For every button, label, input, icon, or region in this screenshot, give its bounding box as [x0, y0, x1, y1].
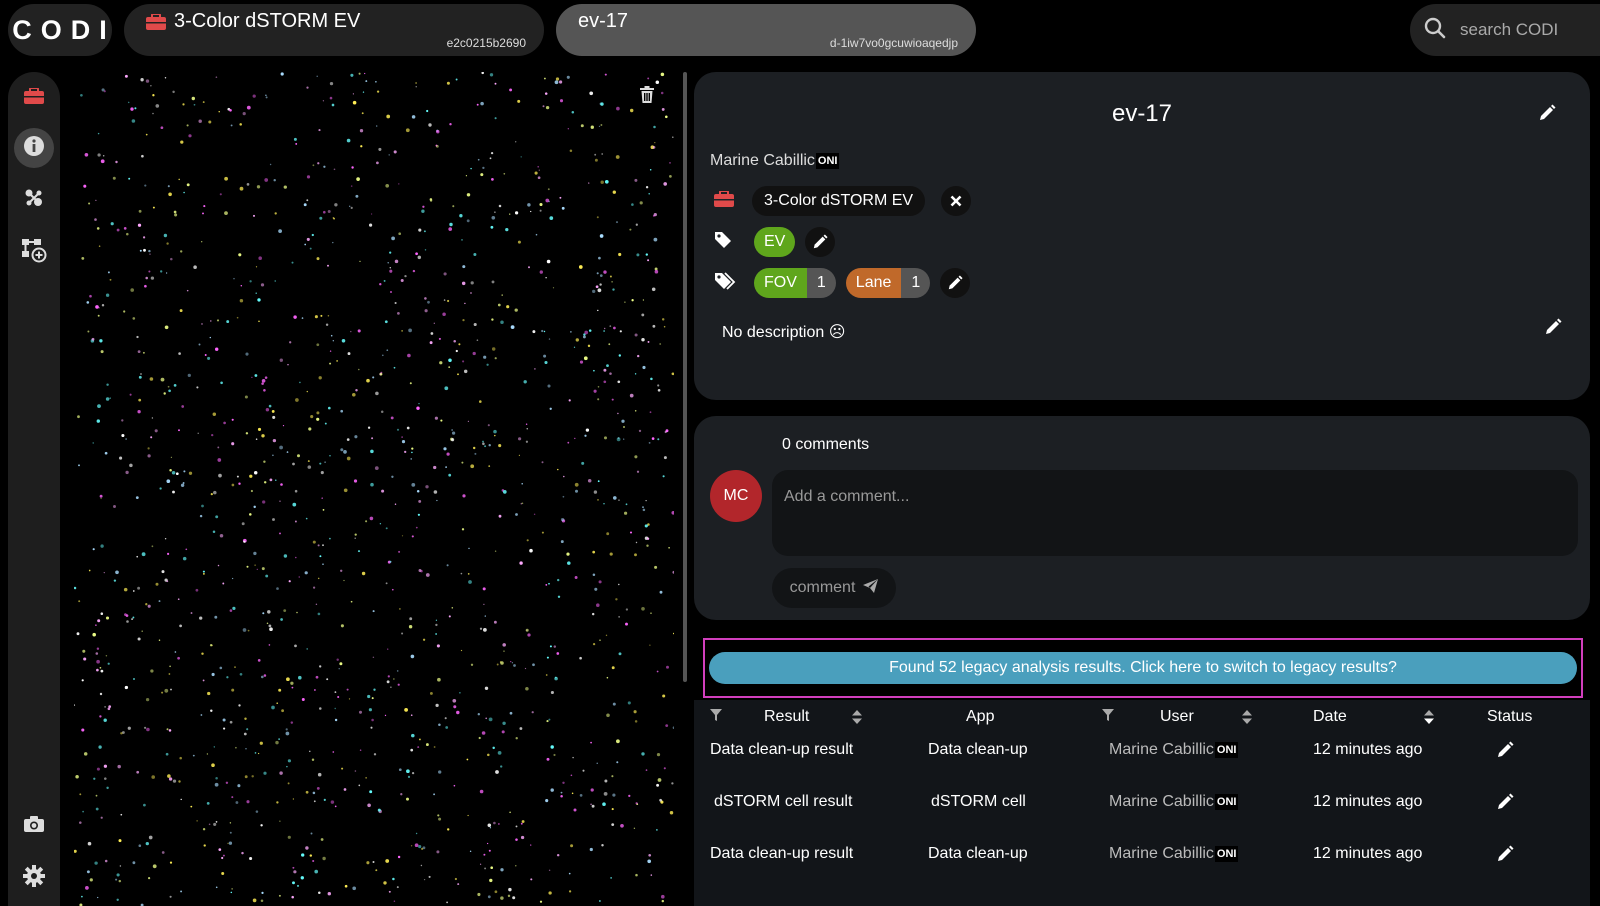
sidebar-projects-button[interactable]: [14, 78, 54, 118]
send-icon: [863, 578, 879, 598]
tab-project-title: 3-Color dSTORM EV: [174, 10, 361, 32]
metadata-fov[interactable]: FOV 1: [754, 268, 836, 298]
table-row[interactable]: Data clean-up result Data clean-up Marin…: [694, 828, 1590, 880]
tags-icon: [714, 271, 736, 295]
edit-tags-button[interactable]: [805, 227, 836, 257]
cell-user: Marine Cabillic ONI: [1109, 845, 1239, 862]
briefcase-icon: [24, 86, 44, 109]
cell-user: Marine Cabillic ONI: [1109, 793, 1239, 810]
user-badge: ONI: [1214, 742, 1239, 758]
results-table: Result App User Date Status Data clean-u…: [694, 700, 1590, 906]
info-icon: [23, 135, 45, 162]
tag-icon: [714, 231, 732, 254]
edit-description-icon[interactable]: [1544, 318, 1562, 341]
tags-row: EV: [714, 227, 836, 257]
search-bar[interactable]: [1410, 4, 1600, 56]
user-badge: ONI: [1214, 794, 1239, 810]
briefcase-icon: [714, 189, 734, 212]
sidebar-camera-button[interactable]: [14, 806, 54, 846]
avatar: MC: [710, 470, 762, 522]
sidebar-settings-button[interactable]: [14, 858, 54, 898]
tab-dataset[interactable]: ev-17 d-1iw7vo0gcuwioaqedjp: [556, 4, 976, 56]
image-viewer[interactable]: [74, 72, 674, 906]
legacy-results-button[interactable]: Found 52 legacy analysis results. Click …: [709, 652, 1577, 684]
sidebar-info-button[interactable]: [14, 128, 54, 168]
edit-result-icon[interactable]: [1496, 724, 1514, 776]
localization-image: [74, 72, 674, 906]
edit-result-icon[interactable]: [1496, 776, 1514, 828]
cell-date: 12 minutes ago: [1313, 741, 1423, 758]
cell-app: Data clean-up: [928, 845, 1028, 862]
tab-dataset-id: d-1iw7vo0gcuwioaqedjp: [829, 36, 958, 50]
trash-icon[interactable]: [640, 86, 654, 108]
sidebar-add-pipeline-button[interactable]: [14, 232, 54, 272]
viewer-scrollbar[interactable]: [683, 72, 687, 682]
tab-project[interactable]: 3-Color dSTORM EV e2c0215b2690: [124, 4, 544, 56]
search-icon: [1424, 17, 1446, 44]
sidebar: [8, 72, 60, 906]
cell-result: Data clean-up result: [710, 845, 854, 862]
cell-user: Marine Cabillic ONI: [1109, 741, 1239, 758]
table-row[interactable]: dSTORM cell result dSTORM cell Marine Ca…: [694, 776, 1590, 828]
briefcase-icon: [146, 13, 166, 30]
cell-app: Data clean-up: [928, 741, 1028, 758]
owner-name: Marine Cabillic ONI: [710, 152, 840, 169]
edit-result-icon[interactable]: [1496, 828, 1514, 880]
sidebar-analysis-button[interactable]: [14, 180, 54, 220]
legacy-highlight: Found 52 legacy analysis results. Click …: [703, 638, 1583, 698]
comment-input[interactable]: [772, 470, 1578, 556]
tag-chip[interactable]: EV: [754, 227, 796, 257]
comment-count: 0 comments: [782, 436, 870, 453]
edit-metadata-button[interactable]: [940, 268, 971, 298]
comments-panel: 0 comments MC comment: [694, 416, 1590, 620]
analysis-icon: [24, 188, 44, 213]
cell-date: 12 minutes ago: [1313, 793, 1423, 810]
project-row: 3-Color dSTORM EV: [714, 186, 972, 216]
metadata-row: FOV 1 Lane 1: [714, 268, 971, 298]
tab-project-id: e2c0215b2690: [446, 36, 526, 50]
description-text: No description ☹: [722, 324, 846, 341]
tab-dataset-title: ev-17: [578, 10, 629, 32]
edit-title-icon[interactable]: [1538, 104, 1556, 127]
cell-date: 12 minutes ago: [1313, 845, 1423, 862]
owner-badge: ONI: [815, 152, 840, 169]
metadata-lane[interactable]: Lane 1: [845, 268, 931, 298]
table-row[interactable]: Data clean-up result Data clean-up Marin…: [694, 724, 1590, 776]
user-badge: ONI: [1214, 846, 1239, 862]
search-input[interactable]: [1460, 20, 1580, 40]
dataset-title: ev-17: [1111, 100, 1173, 127]
dataset-info-panel: ev-17 Marine Cabillic ONI 3-Color dSTORM …: [694, 72, 1590, 400]
add-pipeline-icon: [21, 237, 47, 268]
cell-result: dSTORM cell result: [714, 793, 853, 810]
gear-icon: [23, 864, 45, 892]
remove-project-button[interactable]: [941, 186, 972, 216]
cell-result: Data clean-up result: [710, 741, 854, 758]
project-chip[interactable]: 3-Color dSTORM EV: [752, 186, 926, 216]
camera-icon: [23, 815, 45, 838]
cell-app: dSTORM cell: [931, 793, 1026, 810]
comment-button[interactable]: comment: [772, 568, 896, 608]
codi-logo[interactable]: CODI: [8, 4, 112, 56]
